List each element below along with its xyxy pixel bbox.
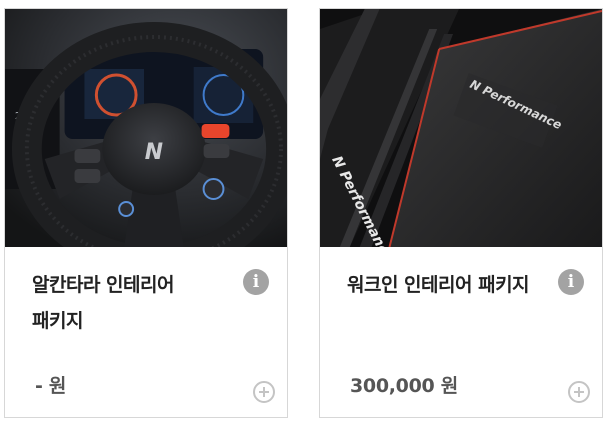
add-icon[interactable] — [253, 381, 275, 403]
product-price: 300,000 원 — [350, 375, 458, 397]
product-card[interactable]: N Performance N Performance 워크인 인테리어 패키지… — [319, 8, 603, 418]
floor-mat-image: N Performance N Performance — [320, 9, 602, 247]
add-icon[interactable] — [568, 381, 590, 403]
product-card[interactable]: 28 27 N 알칸타라 인테리어 패키지 i - 원 — [4, 8, 288, 418]
info-icon[interactable]: i — [243, 269, 269, 295]
product-image-floor-mat[interactable]: N Performance N Performance — [320, 9, 602, 247]
n-logo: N — [145, 140, 163, 165]
steering-wheel-image: 28 27 N — [5, 9, 287, 247]
product-title: 워크인 인테리어 패키지 — [347, 274, 530, 296]
info-icon[interactable]: i — [558, 269, 584, 295]
product-image-steering-wheel[interactable]: 28 27 N — [5, 9, 287, 247]
product-title: 알칸타라 인테리어 패키지 — [32, 274, 174, 332]
product-price: - 원 — [35, 375, 67, 397]
